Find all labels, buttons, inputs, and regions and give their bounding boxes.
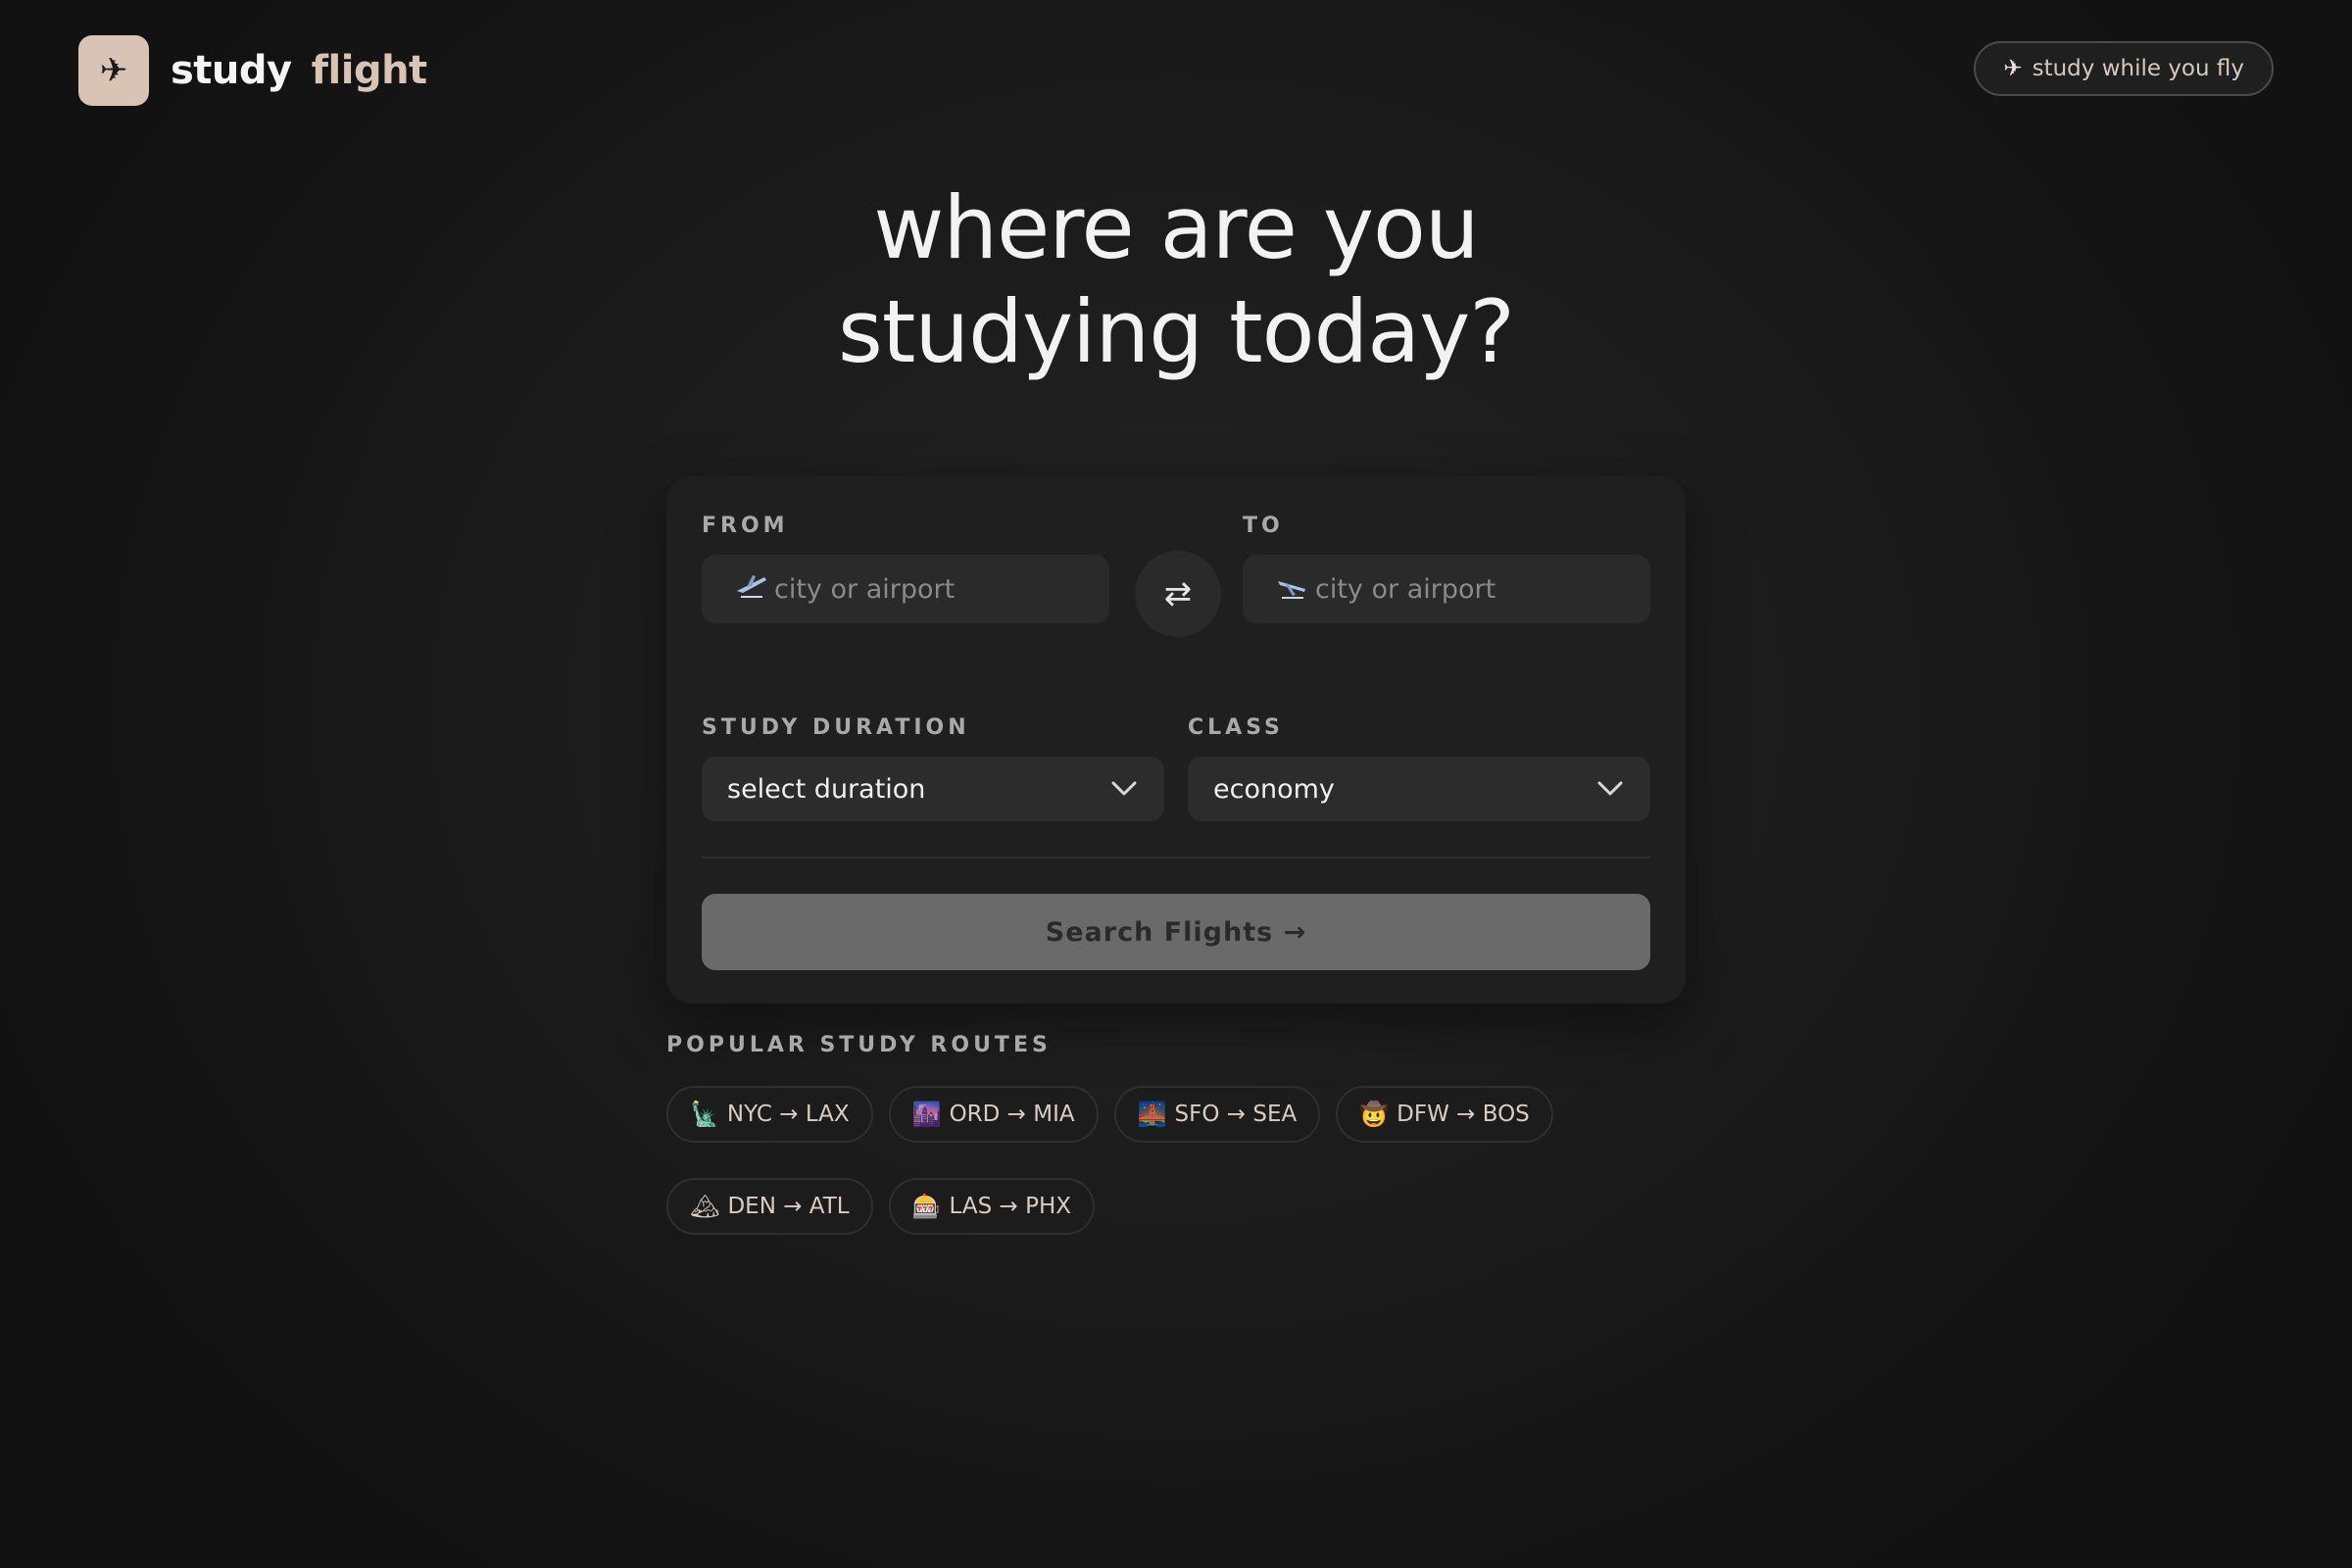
from-input[interactable] xyxy=(774,573,1109,605)
city-dusk-icon: 🌆 xyxy=(911,1101,942,1128)
slot-machine-icon: 🎰 xyxy=(911,1193,942,1220)
plane-icon: ✈ xyxy=(2003,56,2023,81)
route-label: DFW → BOS xyxy=(1396,1102,1530,1127)
route-label: ORD → MIA xyxy=(949,1102,1075,1127)
search-card: FROM TO ⇄ xyxy=(666,476,1686,1004)
brand-name: study flight xyxy=(171,48,427,93)
route-label: NYC → LAX xyxy=(726,1102,850,1127)
hero-line-2: studying today? xyxy=(837,281,1515,382)
route-chip-las-phx[interactable]: 🎰 LAS → PHX xyxy=(888,1178,1096,1235)
statue-of-liberty-icon: 🗽 xyxy=(690,1101,719,1128)
to-field[interactable] xyxy=(1243,555,1650,623)
route-chip-dfw-bos[interactable]: 🤠 DFW → BOS xyxy=(1336,1086,1553,1143)
class-label: CLASS xyxy=(1188,715,1284,740)
duration-value: select duration xyxy=(727,773,926,805)
page-title: where are you studying today? xyxy=(0,176,2352,384)
hero-line-1: where are you xyxy=(873,177,1479,278)
route-chip-ord-mia[interactable]: 🌆 ORD → MIA xyxy=(888,1086,1099,1143)
route-chip-sfo-sea[interactable]: 🌉 SFO → SEA xyxy=(1113,1086,1321,1143)
page: ✈ study flight ✈ study while you fly whe… xyxy=(0,0,2352,1568)
departure-icon xyxy=(735,571,768,608)
to-input[interactable] xyxy=(1315,573,1650,605)
to-label: TO xyxy=(1243,514,1284,538)
arrival-icon xyxy=(1276,571,1309,608)
from-label: FROM xyxy=(702,514,789,538)
class-select[interactable]: economy xyxy=(1188,757,1650,821)
tagline-pill[interactable]: ✈ study while you fly xyxy=(1974,41,2274,96)
route-label: DEN → ATL xyxy=(727,1194,850,1219)
route-label: LAS → PHX xyxy=(949,1194,1072,1219)
duration-select[interactable]: select duration xyxy=(702,757,1164,821)
brand-word-study: study xyxy=(171,48,292,93)
class-value: economy xyxy=(1213,773,1335,805)
swap-icon: ⇄ xyxy=(1163,574,1193,613)
from-field[interactable] xyxy=(702,555,1109,623)
brand-logo[interactable]: ✈ study flight xyxy=(78,35,427,106)
route-label: SFO → SEA xyxy=(1174,1102,1298,1127)
tagline-text: study while you fly xyxy=(2032,56,2244,81)
popular-routes-label: POPULAR STUDY ROUTES xyxy=(666,1033,1052,1057)
route-chip-den-atl[interactable]: 🏔 DEN → ATL xyxy=(666,1178,873,1235)
mountain-icon: 🏔 xyxy=(690,1193,720,1220)
chevron-down-icon xyxy=(1109,774,1139,804)
brand-word-flight: flight xyxy=(311,48,428,93)
divider xyxy=(702,857,1650,858)
duration-label: STUDY DURATION xyxy=(702,715,970,740)
airplane-icon: ✈ xyxy=(78,35,149,106)
cowboy-icon: 🤠 xyxy=(1359,1101,1390,1128)
chevron-down-icon xyxy=(1595,774,1625,804)
bridge-icon: 🌉 xyxy=(1137,1101,1167,1128)
airplane-glyph: ✈ xyxy=(99,51,128,90)
swap-button[interactable]: ⇄ xyxy=(1135,551,1221,637)
popular-routes-list: 🗽 NYC → LAX 🌆 ORD → MIA 🌉 SFO → SEA 🤠 DF… xyxy=(666,1086,1686,1235)
route-chip-nyc-lax[interactable]: 🗽 NYC → LAX xyxy=(666,1086,873,1143)
search-flights-button[interactable]: Search Flights → xyxy=(702,894,1650,970)
